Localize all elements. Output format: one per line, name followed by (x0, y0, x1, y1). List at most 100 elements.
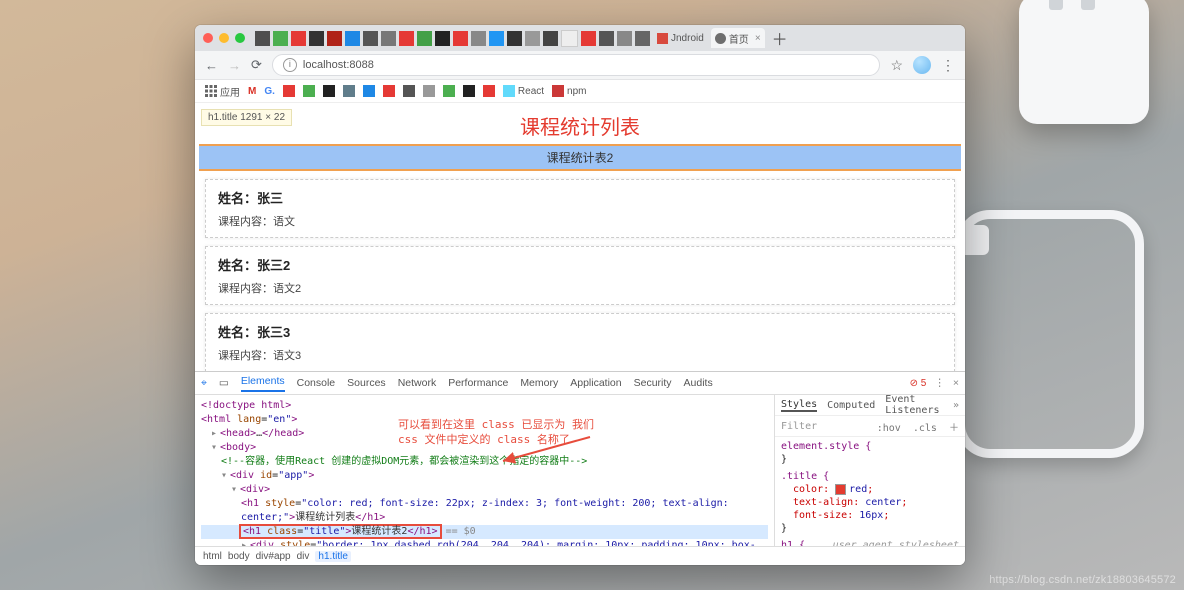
fullscreen-window-button[interactable] (235, 33, 245, 43)
devtools-settings-icon[interactable]: ⋮ (934, 377, 945, 389)
browser-tab[interactable] (363, 31, 378, 46)
bookmark-item[interactable]: M (248, 86, 256, 97)
tab-styles[interactable]: Styles (781, 399, 817, 412)
browser-tab[interactable] (525, 31, 540, 46)
bookmark-item[interactable] (283, 85, 295, 97)
menu-icon[interactable]: ⋮ (941, 57, 955, 74)
browser-tab[interactable] (345, 31, 360, 46)
page-viewport: h1.title 1291 × 22 课程统计列表 课程统计表2 姓名：张三 课… (195, 103, 965, 371)
card-sub: 课程内容：语文2 (218, 280, 942, 296)
tab-sources[interactable]: Sources (347, 377, 386, 389)
watermark: https://blog.csdn.net/zk18803645572 (989, 574, 1176, 586)
browser-tab[interactable] (489, 31, 504, 46)
new-tab-button[interactable]: ＋ (772, 26, 788, 50)
bookmark-item[interactable] (443, 85, 455, 97)
browser-tab-active[interactable]: 首页 × (711, 28, 765, 48)
card-sub: 课程内容：语文 (218, 213, 942, 229)
browser-tab[interactable] (543, 31, 558, 46)
bookmark-item[interactable] (463, 85, 475, 97)
tab-elements[interactable]: Elements (241, 375, 285, 392)
browser-tab[interactable] (599, 31, 614, 46)
styles-filter-input[interactable]: Filter (781, 421, 817, 432)
bookmark-react[interactable]: React (503, 85, 544, 97)
react-icon (503, 85, 515, 97)
profile-avatar[interactable] (913, 56, 931, 74)
page-title: 课程统计列表 (195, 111, 965, 140)
bookmark-item[interactable]: G. (264, 86, 275, 97)
back-button[interactable]: ← (205, 58, 218, 73)
elements-tree[interactable]: 可以看到在这里 class 已显示为 我们 css 文件中定义的 class 名… (195, 395, 774, 546)
bookmark-icon (443, 85, 455, 97)
browser-tab[interactable] (327, 31, 342, 46)
url-input[interactable]: i localhost:8088 (272, 54, 881, 76)
tab-memory[interactable]: Memory (520, 377, 558, 389)
browser-tab[interactable] (399, 31, 414, 46)
more-tabs-icon[interactable]: » (953, 400, 959, 411)
tab-security[interactable]: Security (634, 377, 672, 389)
browser-tab[interactable] (617, 31, 632, 46)
inspect-icon[interactable]: ⌖ (201, 377, 207, 390)
card-name: 姓名：张三3 (218, 322, 942, 341)
browser-tab[interactable] (561, 30, 578, 47)
tab-audits[interactable]: Audits (684, 377, 713, 389)
browser-window: Jndroid 首页 × ＋ ← → ⟳ i localhost:8088 ☆ … (195, 25, 965, 565)
browser-tab[interactable] (635, 31, 650, 46)
site-info-icon[interactable]: i (283, 58, 297, 72)
bookmark-item[interactable] (423, 85, 435, 97)
tab-application[interactable]: Application (570, 377, 621, 389)
bookmark-icon (343, 85, 355, 97)
url-text: localhost:8088 (303, 59, 374, 71)
close-tab-icon[interactable]: × (755, 33, 761, 44)
browser-tab-jndroid[interactable]: Jndroid (653, 28, 708, 48)
device-icon[interactable]: ▭ (219, 377, 229, 389)
close-window-button[interactable] (203, 33, 213, 43)
minimize-window-button[interactable] (219, 33, 229, 43)
browser-tab[interactable] (255, 31, 270, 46)
cls-toggle[interactable]: .cls (913, 423, 937, 434)
bookmark-label: npm (567, 86, 586, 97)
reload-button[interactable]: ⟳ (251, 57, 262, 73)
browser-tab[interactable] (381, 31, 396, 46)
tab-event-listeners[interactable]: Event Listeners (885, 394, 943, 416)
tab-console[interactable]: Console (297, 377, 336, 389)
bookmark-npm[interactable]: npm (552, 85, 586, 97)
bookmark-item[interactable] (483, 85, 495, 97)
bookmark-item[interactable] (383, 85, 395, 97)
browser-tab[interactable] (581, 31, 596, 46)
wallpaper-cable (956, 210, 1144, 458)
bookmark-icon (283, 85, 295, 97)
bookmark-item[interactable] (343, 85, 355, 97)
browser-tab[interactable] (507, 31, 522, 46)
bookmark-icon (303, 85, 315, 97)
add-rule-icon[interactable]: ＋ (949, 423, 959, 434)
bookmark-item[interactable] (363, 85, 375, 97)
bookmark-item[interactable] (303, 85, 315, 97)
gmail-icon: M (248, 86, 256, 97)
card-name: 姓名：张三 (218, 188, 942, 207)
browser-tab[interactable] (453, 31, 468, 46)
tab-network[interactable]: Network (398, 377, 437, 389)
browser-tab[interactable] (309, 31, 324, 46)
bookmark-item[interactable] (403, 85, 415, 97)
annotation-text: 可以看到在这里 class 已显示为 我们 css 文件中定义的 class 名… (398, 417, 594, 447)
tab-performance[interactable]: Performance (448, 377, 508, 389)
tab-computed[interactable]: Computed (827, 400, 875, 411)
elements-breadcrumb[interactable]: html body div#app div h1.title (195, 546, 965, 565)
favicon-icon (657, 33, 668, 44)
forward-button[interactable]: → (228, 58, 241, 73)
bookmark-star-icon[interactable]: ☆ (890, 57, 903, 74)
browser-tab[interactable] (435, 31, 450, 46)
window-controls (203, 33, 245, 43)
apps-button[interactable]: 应用 (205, 84, 240, 99)
browser-tab[interactable] (273, 31, 288, 46)
devtools-close-icon[interactable]: × (953, 377, 959, 389)
browser-tab[interactable] (471, 31, 486, 46)
error-count-badge[interactable]: ⊘ 5 (910, 378, 927, 389)
bookmark-icon (463, 85, 475, 97)
styles-rules[interactable]: element.style { } .title { color: red; t… (775, 437, 965, 546)
favicon-icon (715, 33, 726, 44)
browser-tab[interactable] (291, 31, 306, 46)
browser-tab[interactable] (417, 31, 432, 46)
bookmark-item[interactable] (323, 85, 335, 97)
hov-toggle[interactable]: :hov (877, 423, 901, 434)
